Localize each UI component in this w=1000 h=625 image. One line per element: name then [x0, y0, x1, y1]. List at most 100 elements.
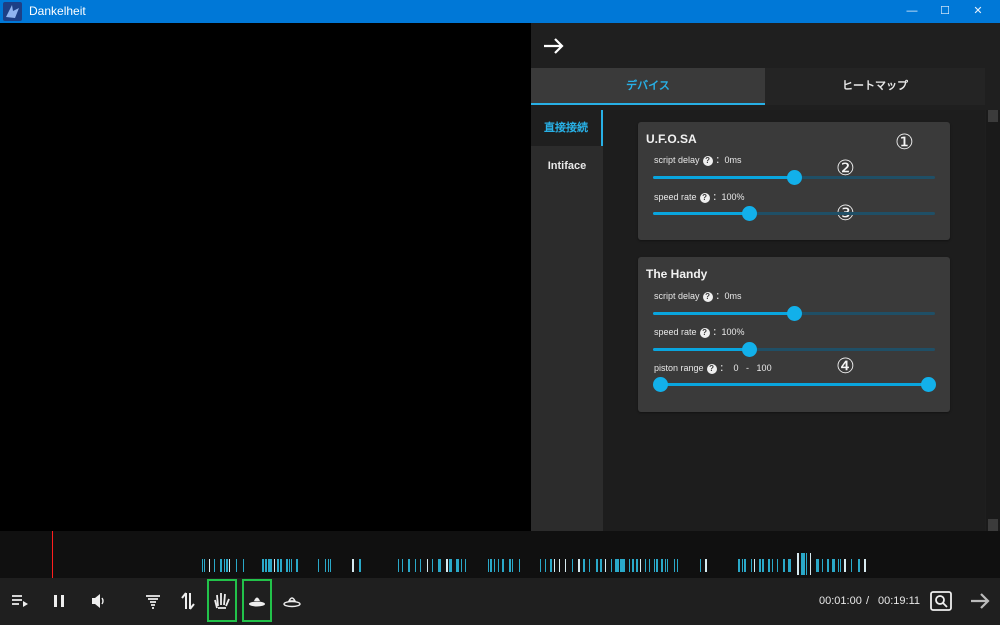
heatmap-mark — [458, 559, 459, 572]
piston-range-slider[interactable] — [653, 377, 936, 392]
heatmap-mark — [762, 559, 764, 572]
script-delay-label: script delay? ：0ms — [654, 291, 742, 302]
heatmap-mark — [611, 559, 612, 572]
heatmap-mark — [777, 559, 778, 572]
heatmap-mark — [352, 559, 354, 572]
heatmap-mark — [465, 559, 466, 572]
heatmap-mark — [224, 559, 225, 572]
range-max-thumb[interactable] — [921, 377, 936, 392]
heatmap-mark — [851, 559, 852, 572]
heatmap-mark — [456, 559, 458, 572]
heatmap-mark — [420, 559, 421, 572]
slider-fill — [653, 348, 749, 351]
heatmap-mark — [432, 559, 433, 572]
heatmap-mark — [772, 559, 773, 572]
heatmap-mark — [209, 559, 210, 572]
side-nav: 直接接続 Intiface — [531, 110, 603, 531]
title-bar: Dankelheit — ☐ ✕ — [0, 0, 1000, 23]
heatmap-mark — [838, 559, 839, 572]
heatmap-mark — [559, 559, 560, 572]
heatmap-mark — [578, 559, 580, 572]
device-name: U.F.O.SA — [646, 132, 697, 146]
side-item-direct-connect[interactable]: 直接接続 — [531, 110, 603, 146]
heatmap-mark — [818, 559, 819, 572]
range-min-thumb[interactable] — [653, 377, 668, 392]
side-item-intiface[interactable]: Intiface — [531, 148, 603, 184]
arrow-right-icon[interactable] — [541, 33, 567, 59]
heatmap-mark — [832, 559, 834, 572]
heatmap-mark — [270, 559, 272, 572]
heatmap-mark — [661, 559, 663, 572]
heatmap-mark — [440, 559, 441, 572]
panel-scrollbar[interactable] — [986, 110, 1000, 531]
heatmap-mark — [864, 559, 866, 572]
hand-icon[interactable] — [209, 588, 235, 614]
heatmap-mark — [328, 559, 329, 572]
help-icon[interactable]: ? — [699, 192, 710, 203]
ufo-icon[interactable] — [244, 588, 270, 614]
scroll-down-arrow[interactable] — [988, 519, 998, 531]
heatmap-mark — [488, 559, 489, 572]
heatmap-mark — [783, 559, 785, 572]
slider-thumb[interactable] — [741, 342, 757, 357]
device-card-ufosa: U.F.O.SA ① script delay? ：0ms ② speed rat… — [638, 122, 950, 240]
heatmap-mark — [801, 553, 803, 575]
pause-icon[interactable] — [46, 588, 72, 614]
heatmap-mark — [204, 559, 205, 572]
current-time: 00:01:00 — [819, 595, 862, 607]
speed-rate-slider[interactable] — [653, 342, 935, 357]
heatmap-mark — [220, 559, 222, 572]
help-icon[interactable]: ? — [702, 291, 713, 302]
scroll-up-arrow[interactable] — [988, 110, 998, 122]
heatmap-mark — [509, 559, 511, 572]
heatmap-mark — [615, 559, 617, 572]
annotation-marker-4: ④ — [836, 354, 855, 378]
heatmap-mark — [822, 559, 823, 572]
heatmap-mark — [759, 559, 761, 572]
video-area[interactable] — [0, 23, 531, 531]
heatmap-mark — [494, 559, 495, 572]
heatmap-mark — [629, 559, 630, 572]
close-button[interactable]: ✕ — [956, 0, 1000, 23]
timeline-heatmap[interactable] — [0, 531, 1000, 578]
heatmap-mark — [624, 559, 625, 572]
help-icon[interactable]: ? — [702, 155, 713, 166]
heatmap-mark — [280, 559, 282, 572]
heatmap-mark — [620, 559, 622, 572]
help-icon[interactable]: ? — [706, 363, 717, 374]
slider-thumb[interactable] — [787, 306, 802, 321]
speed-rate-slider[interactable] — [653, 206, 935, 221]
device-panel: デバイス ヒートマップ 直接接続 Intiface U.F.O.SA ① scr… — [531, 23, 1000, 531]
heatmap-mark — [645, 559, 646, 572]
help-icon[interactable]: ? — [699, 327, 710, 338]
device-list: U.F.O.SA ① script delay? ：0ms ② speed rat… — [603, 110, 985, 531]
heatmap-mark — [226, 559, 228, 572]
heatmap-mark — [700, 559, 701, 572]
tornado-icon[interactable] — [140, 588, 166, 614]
heatmap-mark — [827, 559, 829, 572]
ufo-alt-icon[interactable] — [279, 588, 305, 614]
heatmap-mark — [408, 559, 410, 572]
heatmap-mark — [359, 559, 361, 572]
heatmap-mark — [236, 559, 237, 572]
heatmap-mark — [744, 559, 746, 572]
script-delay-slider[interactable] — [653, 170, 935, 185]
heatmap-mark — [490, 559, 492, 572]
slider-thumb[interactable] — [787, 170, 802, 185]
heatmap-mark — [834, 559, 835, 572]
heatmap-mark — [572, 559, 573, 572]
script-delay-slider[interactable] — [653, 306, 935, 321]
annotation-marker-1: ① — [895, 130, 914, 154]
heatmap-mark — [858, 559, 860, 572]
tab-heatmap[interactable]: ヒートマップ — [765, 68, 985, 105]
heatmap-mark — [654, 559, 655, 572]
heatmap-mark — [427, 559, 428, 572]
search-zoom-icon[interactable] — [928, 588, 954, 614]
heatmap-mark — [810, 553, 811, 575]
tab-device[interactable]: デバイス — [531, 68, 765, 105]
arrow-right-icon[interactable] — [967, 588, 993, 614]
volume-icon[interactable] — [85, 588, 111, 614]
playlist-icon[interactable] — [8, 588, 34, 614]
slider-thumb[interactable] — [741, 206, 757, 221]
split-arrows-icon[interactable] — [175, 588, 201, 614]
